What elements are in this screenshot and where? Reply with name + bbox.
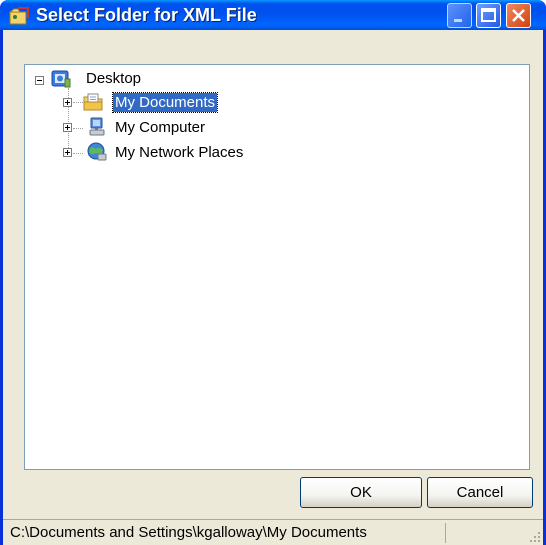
tree-node-my-network-places[interactable]: My Network Places xyxy=(25,142,325,164)
status-divider xyxy=(445,523,446,543)
close-icon xyxy=(512,9,525,22)
minimize-icon xyxy=(454,19,462,22)
window-title: Select Folder for XML File xyxy=(36,5,257,25)
tree-node-my-computer[interactable]: My Computer xyxy=(25,117,285,139)
tree-node-label: My Network Places xyxy=(115,144,244,161)
selected-path-text: C:\Documents and Settings\kgalloway\My D… xyxy=(10,524,367,541)
minimize-button[interactable] xyxy=(447,3,472,28)
maximize-button[interactable] xyxy=(476,3,501,28)
tree-node-label: My Documents xyxy=(111,92,219,113)
cancel-button[interactable]: Cancel xyxy=(427,477,533,508)
xml-folder-icon xyxy=(8,7,29,25)
desktop-icon xyxy=(51,70,71,88)
expand-toggle[interactable] xyxy=(63,123,72,132)
close-button[interactable] xyxy=(506,3,531,28)
my-documents-icon xyxy=(83,93,103,111)
tree-node-my-documents[interactable]: My Documents xyxy=(25,92,285,114)
my-computer-icon xyxy=(89,117,105,136)
maximize-icon xyxy=(481,8,496,22)
tree-node-label: My Computer xyxy=(115,119,206,136)
collapse-toggle[interactable] xyxy=(35,76,44,85)
status-bar: C:\Documents and Settings\kgalloway\My D… xyxy=(3,519,543,545)
expand-toggle[interactable] xyxy=(63,98,72,107)
title-bar[interactable]: Select Folder for XML File xyxy=(0,0,546,30)
folder-tree[interactable]: Desktop My Documents My Computer My Netw… xyxy=(24,64,530,470)
tree-node-desktop[interactable]: Desktop xyxy=(25,68,225,90)
resize-grip-icon[interactable] xyxy=(529,531,541,543)
tree-node-label: Desktop xyxy=(86,70,142,87)
expand-toggle[interactable] xyxy=(63,148,72,157)
network-places-icon xyxy=(87,142,107,161)
dialog-window: Select Folder for XML File Desktop My Do… xyxy=(0,0,546,545)
ok-button[interactable]: OK xyxy=(300,477,422,508)
